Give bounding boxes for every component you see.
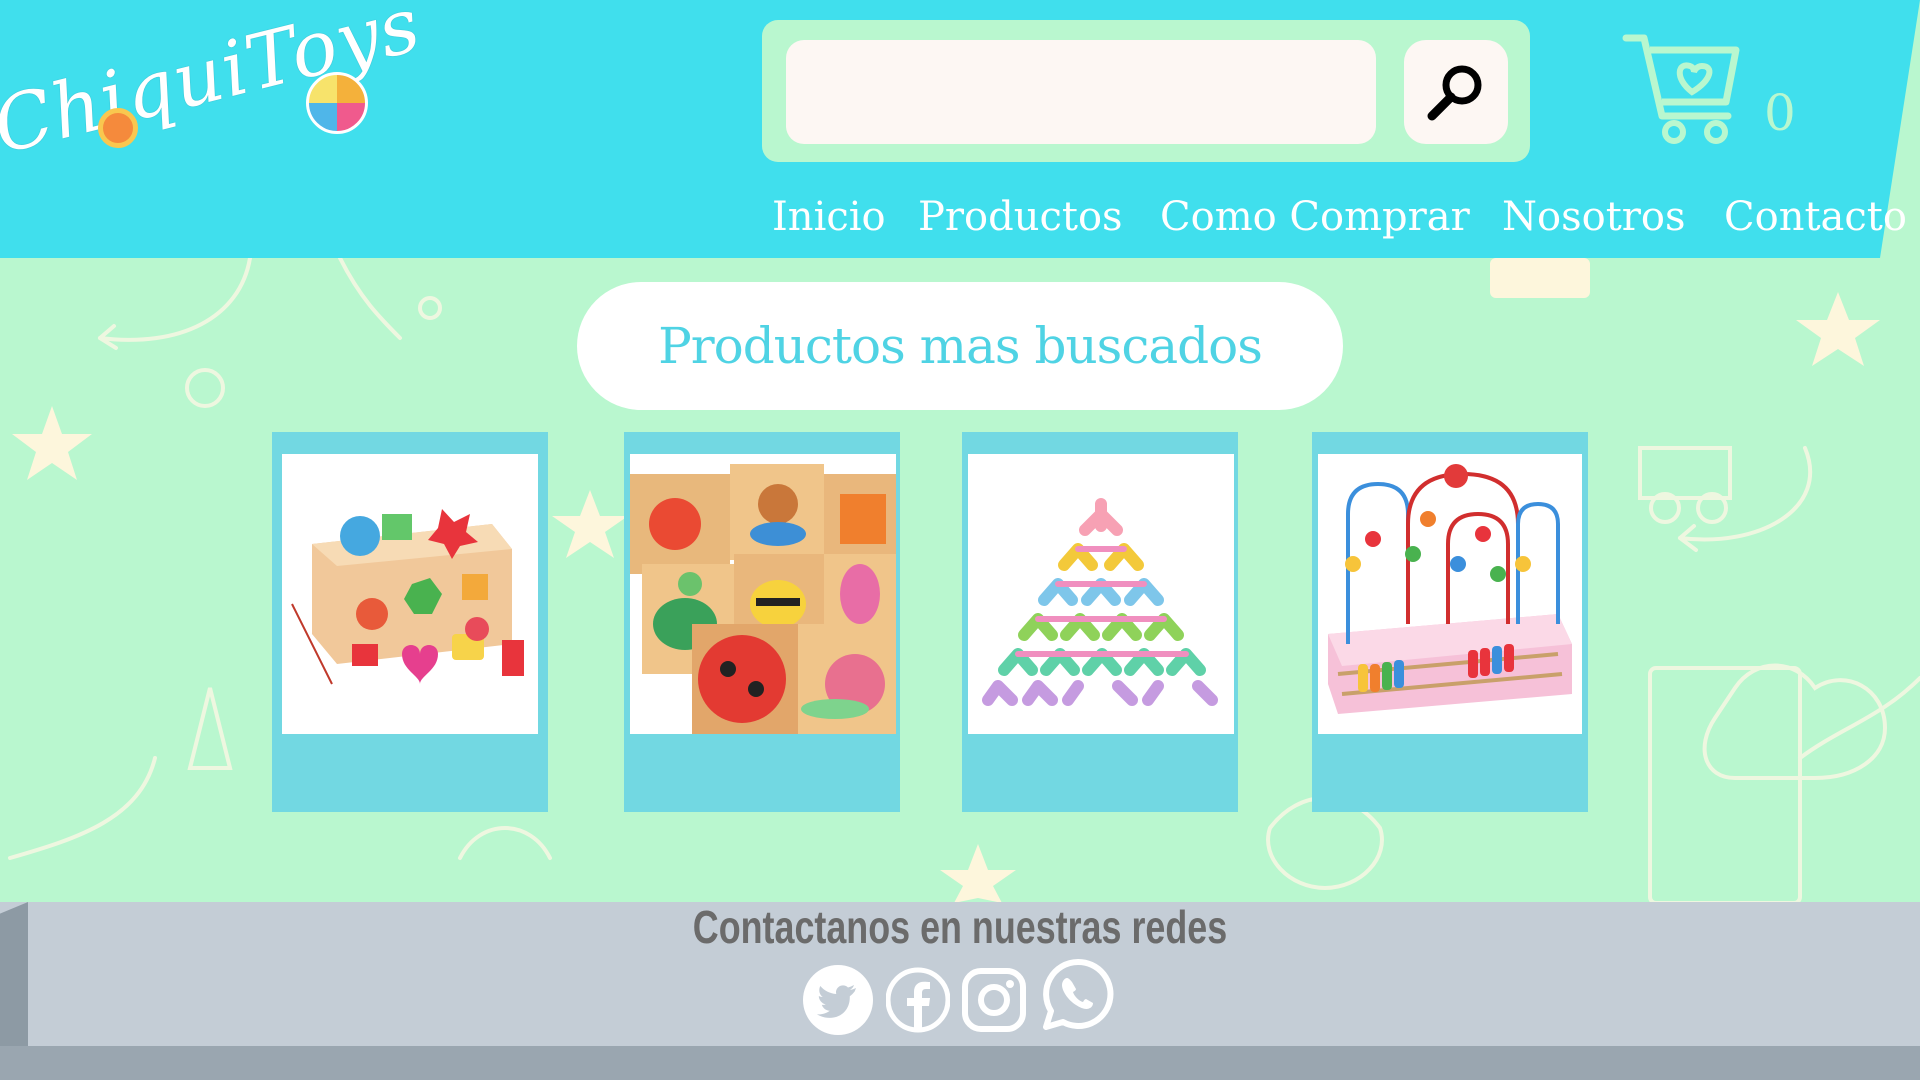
shape-sorter-toy-image [291,509,524,685]
heart-cart-icon [1622,34,1740,144]
cart-count: 0 [1764,84,1796,142]
facebook-link[interactable] [885,964,951,1036]
search-input[interactable] [786,40,1376,144]
product-image-bead-maze[interactable] [1318,454,1582,734]
search-button[interactable] [1404,40,1508,144]
footer-title: Contactanos en nuestras redes [692,901,1228,953]
instagram-link[interactable] [962,964,1026,1036]
animal-puzzles-image [630,464,896,734]
section-title-pill: Productos mas buscados [577,282,1343,410]
product-image-animal-puzzles[interactable] [630,454,896,734]
bead-maze-image [1328,464,1572,714]
nav-inicio[interactable]: Inicio [772,194,886,250]
facebook-icon [885,967,951,1033]
stacking-figures-image [982,498,1218,706]
footer-edge [0,902,28,1048]
product-card[interactable] [1312,432,1588,812]
cart-button[interactable] [1622,30,1742,148]
nav-productos[interactable]: Productos [918,194,1123,250]
magnifier-icon [1427,65,1482,121]
product-image-shape-sorter[interactable] [282,454,538,734]
nav-contacto[interactable]: Contacto [1724,194,1907,250]
product-card[interactable] [962,432,1238,812]
twitter-link[interactable] [802,964,874,1036]
brand-logo[interactable]: ChiquiToys [0,0,456,190]
beach-ball-icon [306,72,368,134]
twitter-icon [803,965,873,1035]
brand-logo-text: ChiquiToys [0,0,429,171]
nav-como-comprar[interactable]: Como Comprar [1160,194,1470,250]
whatsapp-link[interactable] [1042,958,1114,1030]
product-image-stacking-figures[interactable] [968,454,1234,734]
footer-base [0,1046,1920,1080]
product-card[interactable] [272,432,548,812]
section-title: Productos mas buscados [658,317,1263,375]
instagram-icon [962,968,1026,1032]
whatsapp-icon [1043,958,1114,1030]
product-card[interactable] [624,432,900,812]
nav-nosotros[interactable]: Nosotros [1502,194,1686,250]
flower-rattle-icon [98,108,138,148]
